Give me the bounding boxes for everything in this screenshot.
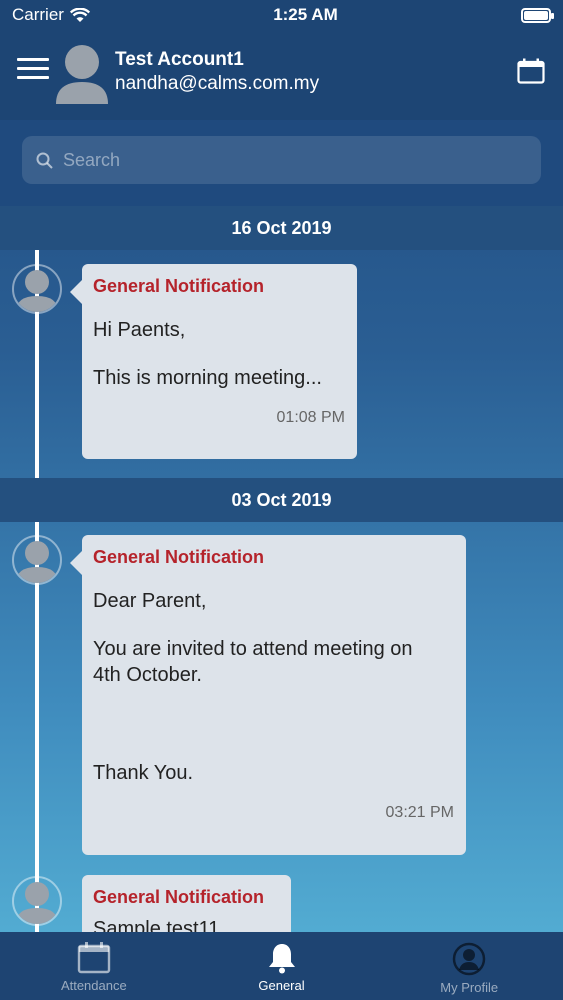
- account-avatar[interactable]: [56, 44, 108, 104]
- status-bar: Carrier 1:25 AM: [0, 0, 563, 30]
- notification-line: 4th October.: [93, 664, 202, 686]
- carrier-label: Carrier: [12, 5, 64, 24]
- notification-title: General Notification: [93, 547, 265, 567]
- tab-label: General: [258, 978, 305, 993]
- notification-card[interactable]: General Notification Sample test11: [82, 875, 291, 932]
- search-icon: [36, 152, 53, 169]
- calendar-icon: [77, 942, 111, 974]
- search-bar[interactable]: [22, 136, 541, 184]
- notification-line: Sample test11: [93, 918, 220, 932]
- tab-label: Attendance: [60, 978, 127, 993]
- bell-icon: [268, 944, 295, 974]
- sender-avatar: [12, 876, 62, 926]
- notification-line: You are invited to attend meeting on: [93, 638, 413, 660]
- notification-card[interactable]: General Notification Dear Parent, You ar…: [70, 535, 466, 855]
- sender-avatar: [12, 535, 62, 585]
- tab-attendance[interactable]: Attendance: [0, 932, 188, 1000]
- notification-line: Dear Parent,: [93, 590, 207, 612]
- notification-title: General Notification: [93, 887, 265, 907]
- tab-general[interactable]: General: [188, 932, 376, 1000]
- date-header: 03 Oct 2019: [0, 478, 563, 522]
- search-input[interactable]: [63, 149, 503, 171]
- search-section: [0, 120, 563, 206]
- notification-card[interactable]: General Notification Hi Paents, This is …: [70, 264, 357, 459]
- tab-my-profile[interactable]: My Profile: [375, 932, 563, 1000]
- tab-label: My Profile: [440, 980, 499, 995]
- calendar-icon[interactable]: [517, 58, 545, 84]
- profile-icon: [452, 942, 486, 976]
- tab-bar: Attendance General My Profile: [0, 932, 563, 1000]
- notification-time: 03:21 PM: [385, 804, 454, 821]
- notification-time: 01:08 PM: [276, 409, 345, 426]
- notification-title: General Notification: [93, 276, 265, 296]
- status-left: Carrier: [12, 5, 90, 25]
- notification-line: This is morning meeting...: [93, 367, 322, 389]
- sender-avatar: [12, 264, 62, 314]
- account-name: Test Account1: [115, 49, 244, 70]
- notification-line: Hi Paents,: [93, 319, 186, 341]
- battery-icon: [520, 7, 554, 23]
- clock: 1:25 AM: [273, 5, 338, 24]
- menu-icon[interactable]: [17, 58, 49, 82]
- account-email: nandha@calms.com.my: [115, 73, 320, 94]
- notification-line: Thank You.: [93, 762, 194, 784]
- wifi-icon: [69, 7, 90, 22]
- date-header: 16 Oct 2019: [0, 206, 563, 250]
- app-header: Test Account1 nandha@calms.com.my: [0, 30, 563, 120]
